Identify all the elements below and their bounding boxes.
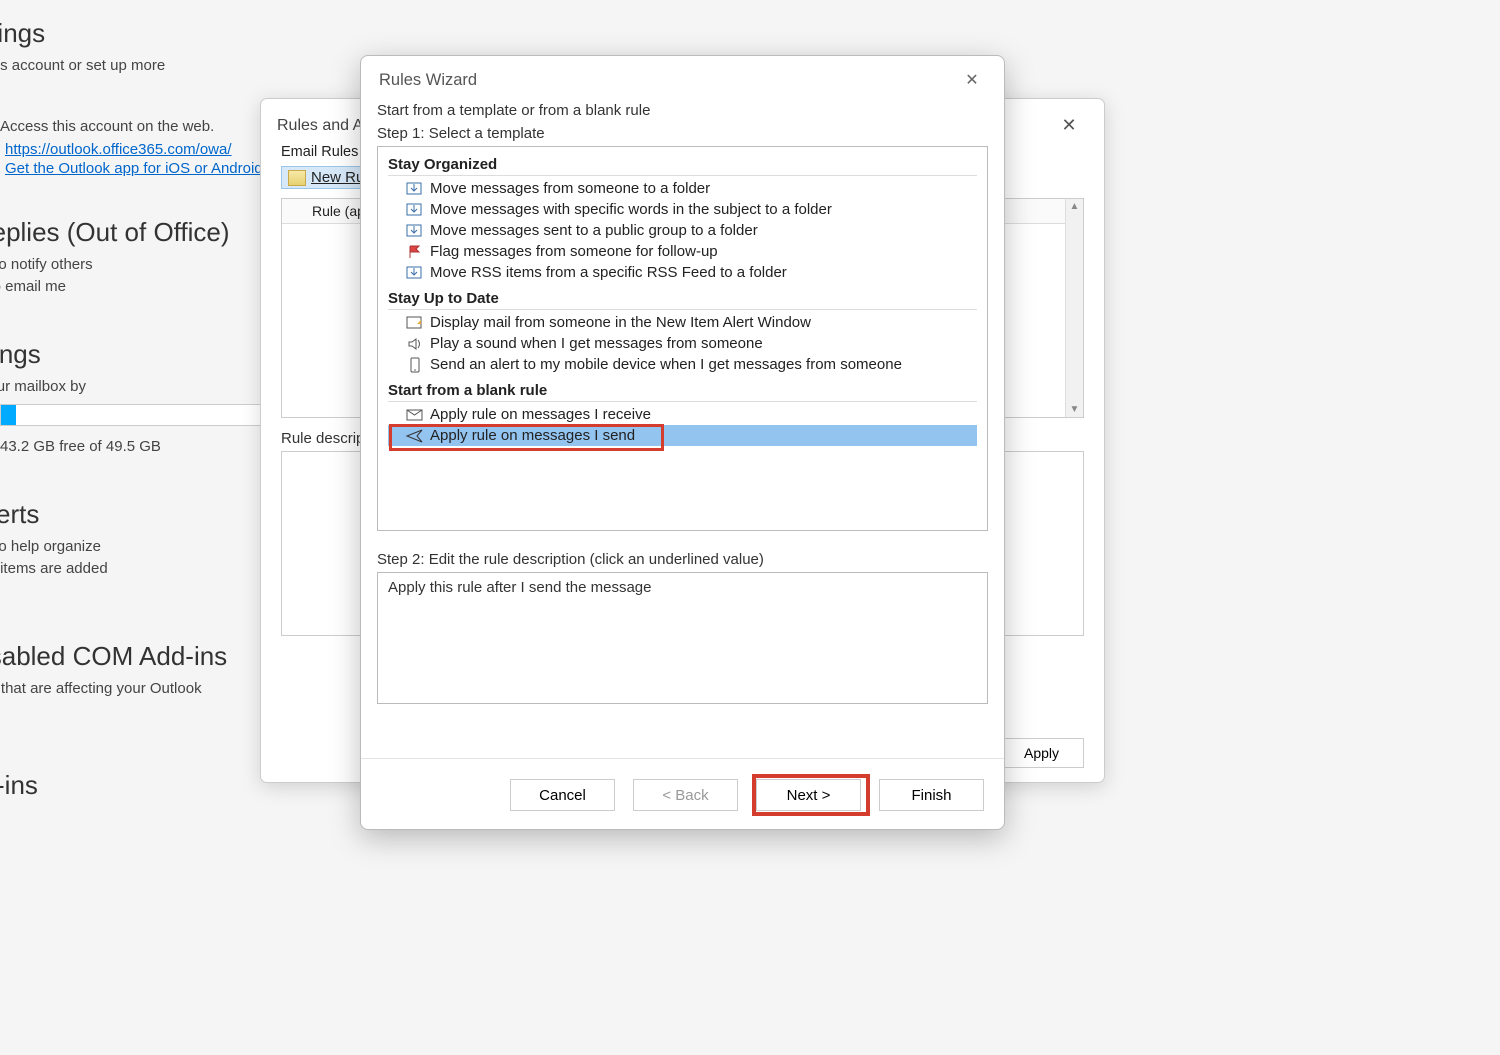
rules-wizard-dialog: Rules Wizard ✕ Start from a template or … bbox=[360, 55, 1005, 830]
next-button[interactable]: Next > bbox=[756, 779, 861, 811]
wizard-subtitle: Start from a template or from a blank ru… bbox=[377, 102, 988, 119]
storage-used-segment bbox=[1, 405, 16, 425]
move-folder-icon bbox=[404, 223, 426, 239]
template-label: Move RSS items from a specific RSS Feed … bbox=[430, 264, 787, 281]
wizard-title: Rules Wizard bbox=[379, 71, 477, 90]
template-send-mobile-alert[interactable]: Send an alert to my mobile device when I… bbox=[388, 354, 977, 375]
back-button: < Back bbox=[633, 779, 738, 811]
group-stay-up-to-date: Stay Up to Date bbox=[388, 287, 977, 310]
folder-icon bbox=[288, 170, 306, 186]
template-label: Play a sound when I get messages from so… bbox=[430, 335, 763, 352]
template-move-rss[interactable]: Move RSS items from a specific RSS Feed … bbox=[388, 262, 977, 283]
account-settings-heading: Account Settings bbox=[0, 18, 550, 49]
sound-icon bbox=[404, 336, 426, 352]
cancel-button[interactable]: Cancel bbox=[510, 779, 615, 811]
step2-label: Step 2: Edit the rule description (click… bbox=[377, 551, 988, 568]
rule-description-box[interactable]: Apply this rule after I send the message bbox=[377, 572, 988, 704]
template-apply-send[interactable]: Apply rule on messages I send bbox=[388, 425, 977, 446]
close-icon[interactable]: ✕ bbox=[1054, 115, 1084, 136]
group-blank-rule: Start from a blank rule bbox=[388, 379, 977, 402]
template-label: Move messages sent to a public group to … bbox=[430, 222, 758, 239]
send-icon bbox=[404, 428, 426, 444]
template-flag-followup[interactable]: Flag messages from someone for follow-up bbox=[388, 241, 977, 262]
step1-label: Step 1: Select a template bbox=[377, 125, 988, 142]
move-folder-icon bbox=[404, 265, 426, 281]
template-play-sound[interactable]: Play a sound when I get messages from so… bbox=[388, 333, 977, 354]
template-move-public-group[interactable]: Move messages sent to a public group to … bbox=[388, 220, 977, 241]
template-label: Flag messages from someone for follow-up bbox=[430, 243, 718, 260]
template-move-specific-words[interactable]: Move messages with specific words in the… bbox=[388, 199, 977, 220]
template-label: Apply rule on messages I receive bbox=[430, 406, 651, 423]
template-label: Display mail from someone in the New Ite… bbox=[430, 314, 811, 331]
template-display-alert[interactable]: Display mail from someone in the New Ite… bbox=[388, 312, 977, 333]
scrollbar[interactable]: ▲ ▼ bbox=[1065, 199, 1083, 417]
alert-window-icon bbox=[404, 315, 426, 331]
template-label: Apply rule on messages I send bbox=[430, 427, 635, 444]
scroll-down-icon[interactable]: ▼ bbox=[1070, 404, 1080, 415]
template-move-from-someone[interactable]: Move messages from someone to a folder bbox=[388, 178, 977, 199]
flag-icon bbox=[404, 244, 426, 260]
template-label: Move messages from someone to a folder bbox=[430, 180, 710, 197]
group-stay-organized: Stay Organized bbox=[388, 153, 977, 176]
template-list[interactable]: Stay Organized Move messages from someon… bbox=[377, 146, 988, 531]
envelope-icon bbox=[404, 407, 426, 423]
scroll-up-icon[interactable]: ▲ bbox=[1070, 201, 1080, 212]
apply-button[interactable]: Apply bbox=[999, 738, 1084, 768]
rule-description-text: Apply this rule after I send the message bbox=[388, 579, 651, 596]
mobile-icon bbox=[404, 357, 426, 373]
email-rules-tab[interactable]: Email Rules bbox=[281, 144, 358, 160]
template-apply-receive[interactable]: Apply rule on messages I receive bbox=[388, 404, 977, 425]
template-label: Move messages with specific words in the… bbox=[430, 201, 832, 218]
move-folder-icon bbox=[404, 202, 426, 218]
close-icon[interactable]: ✕ bbox=[958, 70, 986, 90]
finish-button[interactable]: Finish bbox=[879, 779, 984, 811]
move-folder-icon bbox=[404, 181, 426, 197]
template-label: Send an alert to my mobile device when I… bbox=[430, 356, 902, 373]
